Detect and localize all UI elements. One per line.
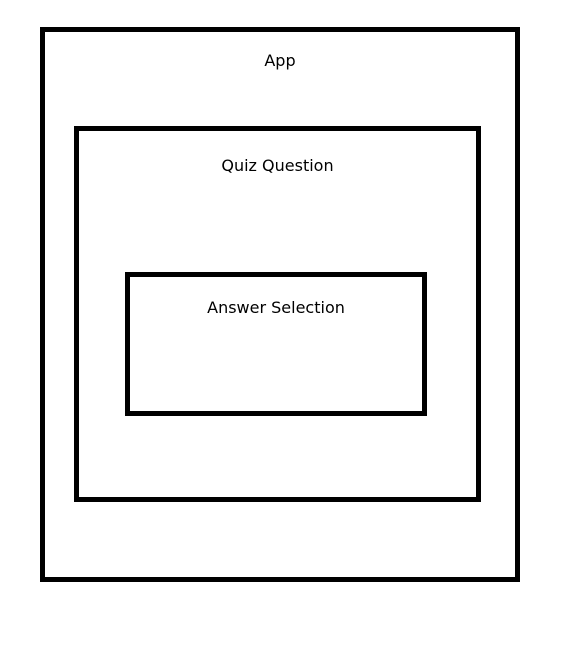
app-label: App [264, 51, 296, 70]
app-component-box: App Quiz Question Answer Selection [40, 27, 520, 582]
answer-selection-component-box: Answer Selection [125, 272, 427, 416]
quiz-question-component-box: Quiz Question Answer Selection [74, 126, 481, 502]
quiz-question-label: Quiz Question [221, 156, 334, 175]
answer-selection-label: Answer Selection [207, 298, 345, 317]
